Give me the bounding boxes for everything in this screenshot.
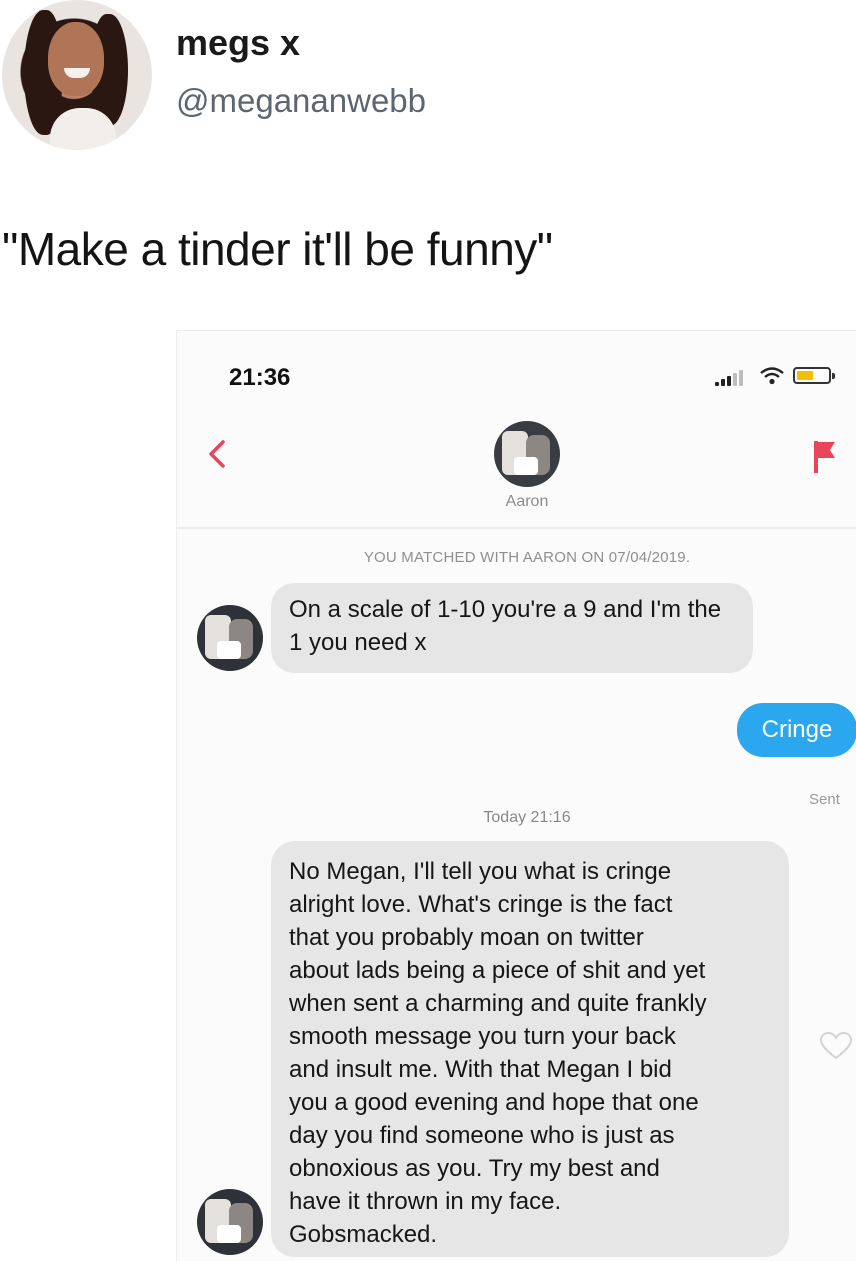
flag-icon[interactable] <box>811 439 837 475</box>
message-avatar[interactable] <box>197 605 263 671</box>
received-message-bubble[interactable]: No Megan, I'll tell you what is cringe a… <box>271 841 789 1257</box>
status-time: 21:36 <box>229 364 291 391</box>
match-name[interactable]: Aaron <box>177 493 856 511</box>
wifi-icon <box>760 367 784 385</box>
tinder-chat-screenshot: 21:36 Aaron YOU MATCHED WITH AARON ON 07… <box>176 330 856 1261</box>
signal-icon <box>715 370 749 386</box>
message-avatar[interactable] <box>197 1189 263 1255</box>
tweet-author-name[interactable]: megs x <box>176 22 300 64</box>
tweet-avatar[interactable] <box>2 0 152 150</box>
message-timestamp: Today 21:16 <box>483 809 571 826</box>
tweet-text: "Make a tinder it'll be funny" <box>2 223 553 275</box>
header-divider <box>177 527 856 529</box>
tweet-author-handle[interactable]: @megananwebb <box>176 82 426 120</box>
heart-icon[interactable] <box>819 1031 853 1061</box>
received-message-bubble[interactable]: On a scale of 1-10 you're a 9 and I'm th… <box>271 583 753 673</box>
battery-icon <box>793 367 835 384</box>
match-info-text: YOU MATCHED WITH AARON ON 07/04/2019. <box>363 549 691 566</box>
sent-message-bubble[interactable]: Cringe <box>737 703 856 757</box>
match-avatar[interactable] <box>494 421 560 487</box>
chevron-left-icon[interactable] <box>205 439 229 469</box>
sent-status: Sent <box>809 791 840 808</box>
status-bar-icons <box>715 364 845 388</box>
